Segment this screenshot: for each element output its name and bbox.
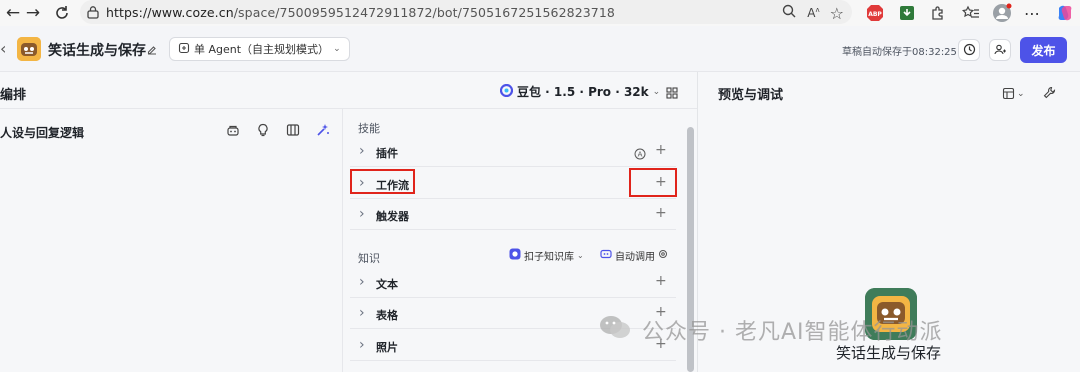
reload-icon[interactable] — [51, 2, 73, 24]
edit-icon[interactable] — [146, 41, 158, 60]
add-workflow-highlight-box — [629, 168, 677, 197]
back-nav-icon[interactable]: ← — [2, 2, 24, 24]
users-icon — [993, 41, 1007, 60]
publish-button[interactable]: 发布 — [1020, 37, 1067, 63]
model-selector[interactable]: 豆包 · 1.5 · Pro · 32k ⌄ — [499, 83, 661, 100]
address-bar[interactable]: https://www.coze.cn/space/75009595124729… — [80, 0, 852, 24]
persona-toolbar — [226, 122, 330, 141]
url-text: https://www.coze.cn/space/75009595124729… — [106, 4, 615, 20]
preview-title: 预览与调试 — [718, 88, 784, 103]
favorites-list-icon[interactable] — [961, 3, 981, 23]
history-icon — [963, 41, 976, 60]
bot-avatar[interactable] — [17, 37, 41, 61]
history-button[interactable] — [958, 39, 980, 61]
agent-mode-icon — [178, 42, 190, 57]
watermark-text: 公众号 · 老凡AI智能体行动派 — [642, 320, 943, 345]
orchestration-panel: 编排 豆包 · 1.5 · Pro · 32k ⌄ 人设与回复逻辑 技能 › 插… — [0, 72, 697, 372]
knowledge-label: 表格 — [376, 309, 398, 322]
browser-toolbar: ← → https://www.coze.cn/space/7500959512… — [0, 0, 1080, 26]
wechat-icon — [598, 313, 632, 347]
site-info-icon[interactable] — [80, 5, 106, 19]
chevron-right-icon[interactable]: › — [359, 274, 365, 290]
doubao-logo-icon — [499, 83, 514, 100]
knowledge-label: 照片 — [376, 341, 398, 354]
knowledge-text-row[interactable]: › 文本 + — [350, 268, 676, 298]
preview-toolbar: ⌄ — [1002, 84, 1056, 103]
back-icon[interactable]: ‹ — [0, 39, 6, 58]
workflow-highlight-box — [350, 169, 415, 194]
split-view-icon[interactable] — [286, 122, 300, 141]
agent-mode-label: 单 Agent（自主规划模式） — [194, 43, 330, 56]
chevron-down-icon: ⌄ — [652, 86, 661, 97]
read-aloud-icon[interactable]: Aʌ — [807, 6, 819, 20]
add-text-icon[interactable]: + — [655, 273, 667, 289]
profile-avatar-icon[interactable] — [992, 3, 1012, 23]
more-menu-icon[interactable]: ⋯ — [1022, 3, 1042, 23]
persona-title: 人设与回复逻辑 — [0, 126, 85, 140]
adblock-extension-icon[interactable]: ABP — [865, 3, 885, 23]
watermark: 公众号 · 老凡AI智能体行动派 — [598, 313, 943, 347]
favorite-star-icon[interactable]: ☆ — [830, 4, 844, 23]
chevron-down-icon: ⌄ — [333, 44, 341, 54]
knowledge-label: 文本 — [376, 278, 398, 291]
copilot-icon[interactable] — [1055, 3, 1075, 23]
column-divider — [342, 109, 343, 372]
agent-mode-select[interactable]: 单 Agent（自主规划模式） ⌄ — [169, 37, 350, 61]
download-extension-icon[interactable] — [897, 3, 917, 23]
svg-text:ABP: ABP — [868, 11, 882, 18]
bulb-icon[interactable] — [256, 122, 270, 141]
wrench-icon[interactable] — [1043, 84, 1056, 103]
chevron-right-icon[interactable]: › — [359, 305, 365, 321]
forward-nav-icon[interactable]: → — [22, 2, 44, 24]
autosave-status: 草稿自动保存于08:32:25 — [842, 47, 957, 58]
ai-optimize-icon[interactable] — [316, 122, 330, 141]
collaborators-button[interactable] — [989, 39, 1011, 61]
chevron-right-icon[interactable]: › — [359, 337, 365, 353]
app-header: ‹ 笑话生成与保存 单 Agent（自主规划模式） ⌄ 草稿自动保存于08:32… — [0, 26, 1080, 72]
extensions-puzzle-icon[interactable] — [928, 3, 948, 23]
layout-grid-icon[interactable] — [666, 84, 678, 103]
template-icon[interactable] — [226, 122, 240, 141]
bot-name: 笑话生成与保存 — [48, 43, 146, 59]
zoom-icon[interactable] — [781, 3, 797, 23]
debug-layout-icon[interactable]: ⌄ — [1002, 87, 1025, 100]
model-name: 豆包 · 1.5 · Pro · 32k — [517, 85, 649, 99]
section-title: 编排 — [0, 88, 27, 103]
